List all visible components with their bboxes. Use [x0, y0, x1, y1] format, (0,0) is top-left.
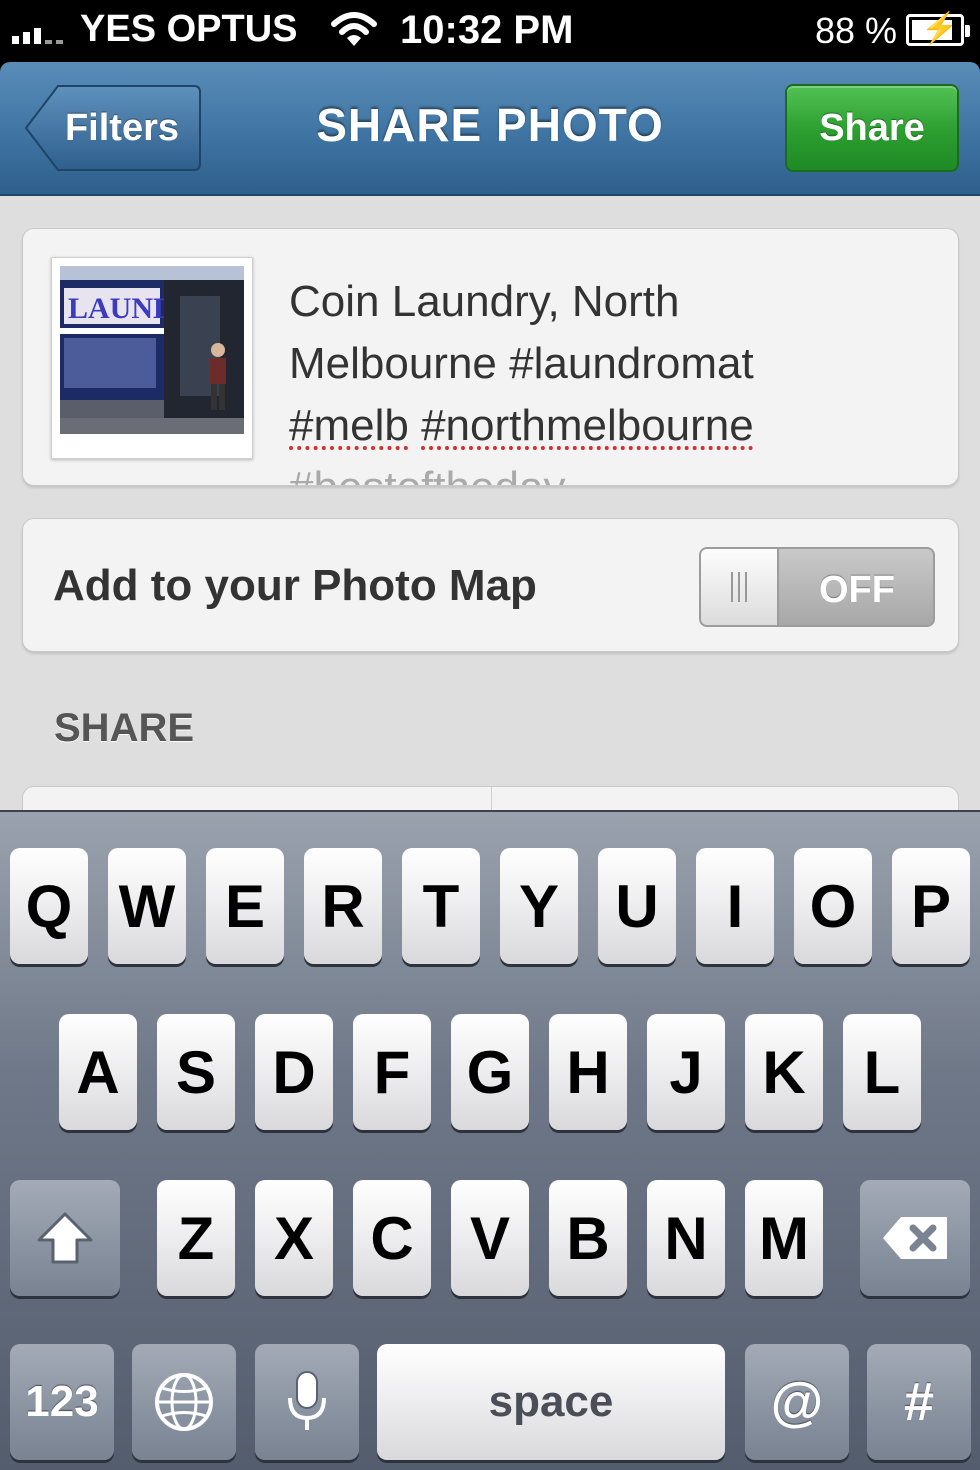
battery-icon: ⚡ — [906, 12, 970, 46]
key-w[interactable]: W — [108, 848, 186, 964]
key-b[interactable]: B — [549, 1180, 627, 1296]
carrier-name: YES OPTUS — [80, 8, 298, 50]
key-f[interactable]: F — [353, 1014, 431, 1130]
key-t[interactable]: T — [402, 848, 480, 964]
caption-card: LAUNDRY Coin Laundry, North Melbourne #l… — [22, 228, 959, 486]
share-section-header: SHARE — [54, 706, 195, 750]
key-e[interactable]: E — [206, 848, 284, 964]
key-z[interactable]: Z — [157, 1180, 235, 1296]
dictation-key[interactable] — [255, 1344, 359, 1460]
caption-hashtag: #melb — [289, 401, 409, 450]
key-o[interactable]: O — [794, 848, 872, 964]
signal-icon — [12, 22, 63, 44]
key-q[interactable]: Q — [10, 848, 88, 964]
key-k[interactable]: K — [745, 1014, 823, 1130]
key-y[interactable]: Y — [500, 848, 578, 964]
numbers-key[interactable]: 123 — [10, 1344, 114, 1460]
key-d[interactable]: D — [255, 1014, 333, 1130]
charging-bolt-icon: ⚡ — [921, 12, 959, 45]
status-bar: YES OPTUS 10:32 PM 88 % ⚡ — [0, 0, 980, 62]
key-l[interactable]: L — [843, 1014, 921, 1130]
toggle-knob[interactable] — [701, 549, 779, 625]
key-r[interactable]: R — [304, 848, 382, 964]
key-v[interactable]: V — [451, 1180, 529, 1296]
globe-key[interactable] — [132, 1344, 236, 1460]
filters-back-button[interactable]: Filters — [24, 84, 202, 172]
shift-icon — [37, 1212, 93, 1264]
caption-line: #melb #northmelbourne — [289, 395, 849, 457]
page-title: SHARE PHOTO — [316, 99, 664, 151]
photo-thumbnail: LAUNDRY — [51, 257, 253, 459]
key-p[interactable]: P — [892, 848, 970, 964]
shift-key[interactable] — [10, 1180, 120, 1296]
toggle-state-label: OFF — [819, 569, 895, 611]
caption-line: Coin Laundry, North — [289, 277, 680, 326]
globe-icon — [155, 1373, 213, 1431]
clock: 10:32 PM — [400, 8, 574, 52]
photo-map-label: Add to your Photo Map — [53, 561, 537, 610]
wifi-icon — [331, 12, 377, 46]
key-s[interactable]: S — [157, 1014, 235, 1130]
backspace-icon — [883, 1217, 947, 1259]
share-photo-content: LAUNDRY Coin Laundry, North Melbourne #l… — [0, 196, 980, 827]
key-n[interactable]: N — [647, 1180, 725, 1296]
photo-map-row: Add to your Photo Map OFF — [22, 518, 959, 652]
microphone-icon — [288, 1371, 326, 1430]
photo-thumbnail-image: LAUNDRY — [60, 266, 244, 434]
keyboard: Q W E R T Y U I O P A S D F G H J K L Z … — [0, 810, 980, 1470]
photo-map-toggle[interactable]: OFF — [699, 547, 935, 627]
filters-back-label: Filters — [64, 106, 180, 149]
key-i[interactable]: I — [696, 848, 774, 964]
key-j[interactable]: J — [647, 1014, 725, 1130]
delete-key[interactable] — [860, 1180, 970, 1296]
key-u[interactable]: U — [598, 848, 676, 964]
battery-percent: 88 % — [815, 10, 898, 51]
caption-hashtag: #northmelbourne — [421, 401, 754, 450]
key-x[interactable]: X — [255, 1180, 333, 1296]
at-key[interactable]: @ — [745, 1344, 849, 1460]
nav-bar: Filters SHARE PHOTO Share — [0, 62, 980, 196]
caption-line: Melbourne #laundromat — [289, 339, 754, 388]
key-h[interactable]: H — [549, 1014, 627, 1130]
share-button[interactable]: Share — [785, 84, 959, 172]
key-g[interactable]: G — [451, 1014, 529, 1130]
hash-key[interactable]: # — [867, 1344, 971, 1460]
key-a[interactable]: A — [59, 1014, 137, 1130]
key-m[interactable]: M — [745, 1180, 823, 1296]
caption-input[interactable]: Coin Laundry, North Melbourne #laundroma… — [289, 271, 849, 485]
space-key[interactable]: space — [377, 1344, 725, 1460]
key-c[interactable]: C — [353, 1180, 431, 1296]
caption-line: #bestoftheday — [289, 457, 849, 485]
